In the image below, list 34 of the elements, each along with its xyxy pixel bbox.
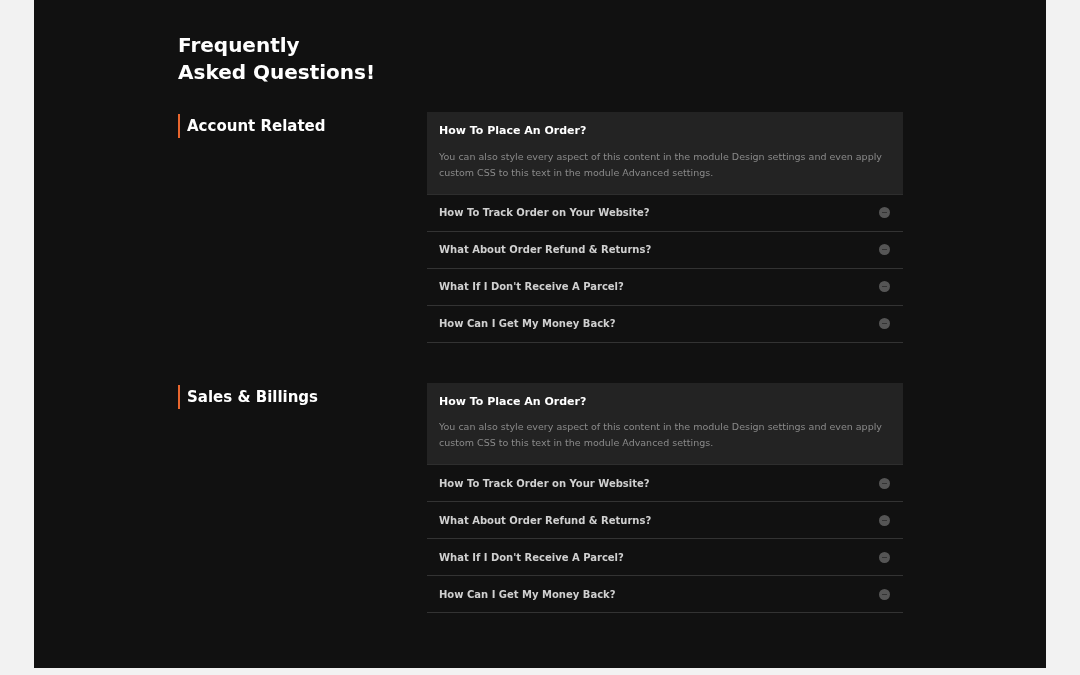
- toggle-icon: [879, 477, 890, 489]
- faq-item[interactable]: How To Track Order on Your Website?: [427, 465, 903, 502]
- faq-question: What If I Don't Receive A Parcel?: [439, 280, 624, 294]
- faq-question: What About Order Refund & Returns?: [439, 513, 652, 528]
- faq-item[interactable]: What About Order Refund & Returns?: [427, 502, 903, 539]
- faq-question: How To Track Order on Your Website?: [439, 206, 650, 220]
- faq-question: How To Place An Order?: [439, 123, 588, 139]
- section-heading: Sales & Billings: [178, 384, 319, 409]
- section-heading: Account Related: [178, 114, 326, 138]
- toggle-icon: [879, 244, 890, 255]
- faq-question: How Can I Get My Money Back?: [439, 587, 616, 602]
- faq-question: How To Track Order on Your Website?: [439, 476, 650, 491]
- faq-item[interactable]: How Can I Get My Money Back?: [427, 305, 903, 343]
- faq-question: How Can I Get My Money Back?: [439, 317, 616, 331]
- faq-item[interactable]: How Can I Get My Money Back?: [427, 576, 903, 613]
- faq-item[interactable]: What If I Don't Receive A Parcel?: [427, 539, 903, 576]
- faq-item-expanded[interactable]: How To Place An Order? You can also style every aspect of this content in the module Design settings and even apply custom CSS to this text in the module Advanced settings.: [427, 382, 903, 465]
- toggle-icon: [879, 281, 890, 292]
- faq-answer: You can also style every aspect of this content in the module Design settings and even apply custom CSS to this text in the module Advanced settings.: [439, 149, 883, 180]
- page-title: Frequently: [178, 32, 301, 59]
- faq-item[interactable]: What About Order Refund & Returns?: [427, 231, 903, 269]
- toggle-icon: [879, 588, 890, 600]
- faq-item[interactable]: What If I Don't Receive A Parcel?: [427, 268, 903, 306]
- toggle-icon: [879, 207, 890, 218]
- toggle-icon: [879, 514, 890, 526]
- toggle-icon: [879, 551, 890, 563]
- faq-item-expanded[interactable]: How To Place An Order? You can also style every aspect of this content in the module Design settings and even apply custom CSS to this text in the module Advanced settings.: [427, 112, 903, 195]
- page-title: Asked Questions!: [178, 59, 377, 86]
- faq-question: What If I Don't Receive A Parcel?: [439, 550, 624, 565]
- faq-answer: You can also style every aspect of this content in the module Design settings and even apply custom CSS to this text in the module Advanced settings.: [439, 420, 883, 450]
- faq-question: What About Order Refund & Returns?: [439, 243, 652, 257]
- faq-question: How To Place An Order?: [439, 393, 588, 410]
- faq-item[interactable]: How To Track Order on Your Website?: [427, 194, 903, 232]
- toggle-icon: [879, 318, 890, 329]
